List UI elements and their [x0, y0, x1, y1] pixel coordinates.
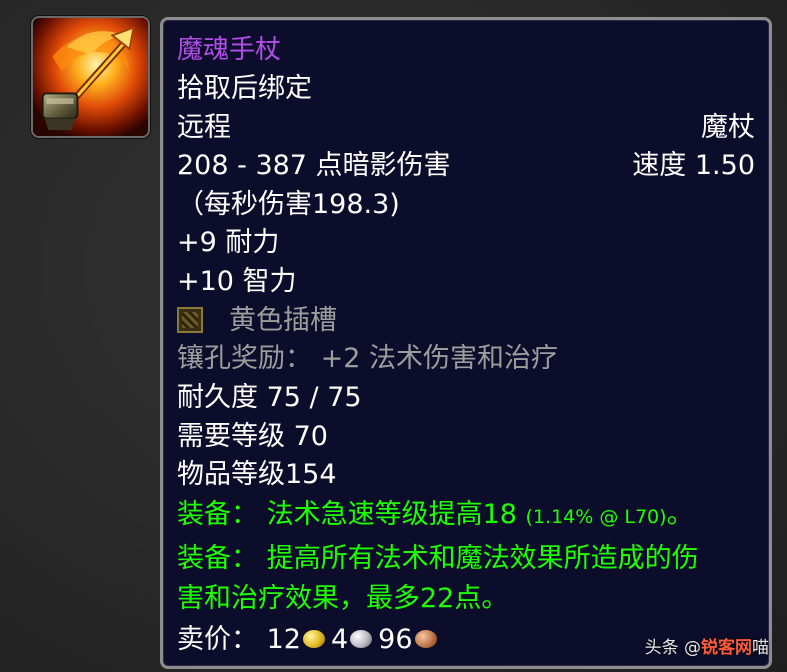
silver-coin-icon	[350, 629, 373, 648]
socket-label: 黄色插槽	[229, 305, 337, 336]
copper-coin-icon	[414, 629, 437, 648]
sell-label: 卖价：	[177, 624, 258, 655]
fire-wand-icon[interactable]	[31, 16, 150, 138]
watermark: 头条 @锐客网喵	[645, 633, 769, 658]
item-name: 魔魂手杖	[177, 35, 282, 65]
sell-silver: 4	[330, 624, 349, 655]
game-background: 魔魂手杖 拾取后绑定 远程 魔杖 208 - 387 点暗影伤害 速度 1.50…	[0, 0, 787, 672]
damage-range: 208 - 387 点暗影伤害	[177, 150, 451, 181]
equip-haste-suffix: 。	[666, 499, 694, 530]
yellow-socket-icon	[177, 306, 203, 333]
damage-row: 208 - 387 点暗影伤害 速度 1.50	[177, 146, 755, 186]
equip-effect-spellpower-line1: 装备： 提高所有法术和魔法效果所造成的伤	[177, 543, 699, 574]
durability: 耐久度 75 / 75	[177, 382, 362, 413]
gold-coin-icon	[302, 629, 325, 648]
watermark-brand: 锐客网	[701, 638, 752, 658]
slot-row: 远程 魔杖	[177, 108, 755, 148]
bind-type: 拾取后绑定	[177, 73, 312, 104]
stat-stamina: +9 耐力	[177, 227, 280, 258]
equip-haste-detail: (1.14% @ L70)	[525, 506, 667, 528]
watermark-prefix: 头条 @	[644, 638, 701, 658]
socket-bonus: 镶孔奖励： +2 法术伤害和治疗	[177, 343, 558, 374]
equip-effect-haste: 装备： 法术急速等级提高18 (1.14% @ L70)。	[177, 495, 755, 535]
dps: （每秒伤害198.3)	[177, 189, 400, 220]
sell-gold: 12	[266, 624, 301, 655]
item-slot: 远程	[177, 112, 231, 143]
socket-row: 黄色插槽	[177, 301, 755, 341]
required-level: 需要等级 70	[177, 421, 328, 452]
item-tooltip: 魔魂手杖 拾取后绑定 远程 魔杖 208 - 387 点暗影伤害 速度 1.50…	[160, 17, 772, 669]
equip-effect-spellpower-line2: 害和治疗效果，最多22点。	[177, 583, 509, 614]
item-level: 物品等级154	[177, 459, 337, 490]
stat-intellect: +10 智力	[177, 266, 297, 297]
sell-copper: 96	[378, 624, 413, 655]
item-type: 魔杖	[701, 112, 755, 143]
watermark-suffix: 喵	[752, 638, 769, 658]
weapon-speed: 速度 1.50	[632, 150, 755, 181]
equip-haste-text: 装备： 法术急速等级提高18	[177, 499, 526, 530]
